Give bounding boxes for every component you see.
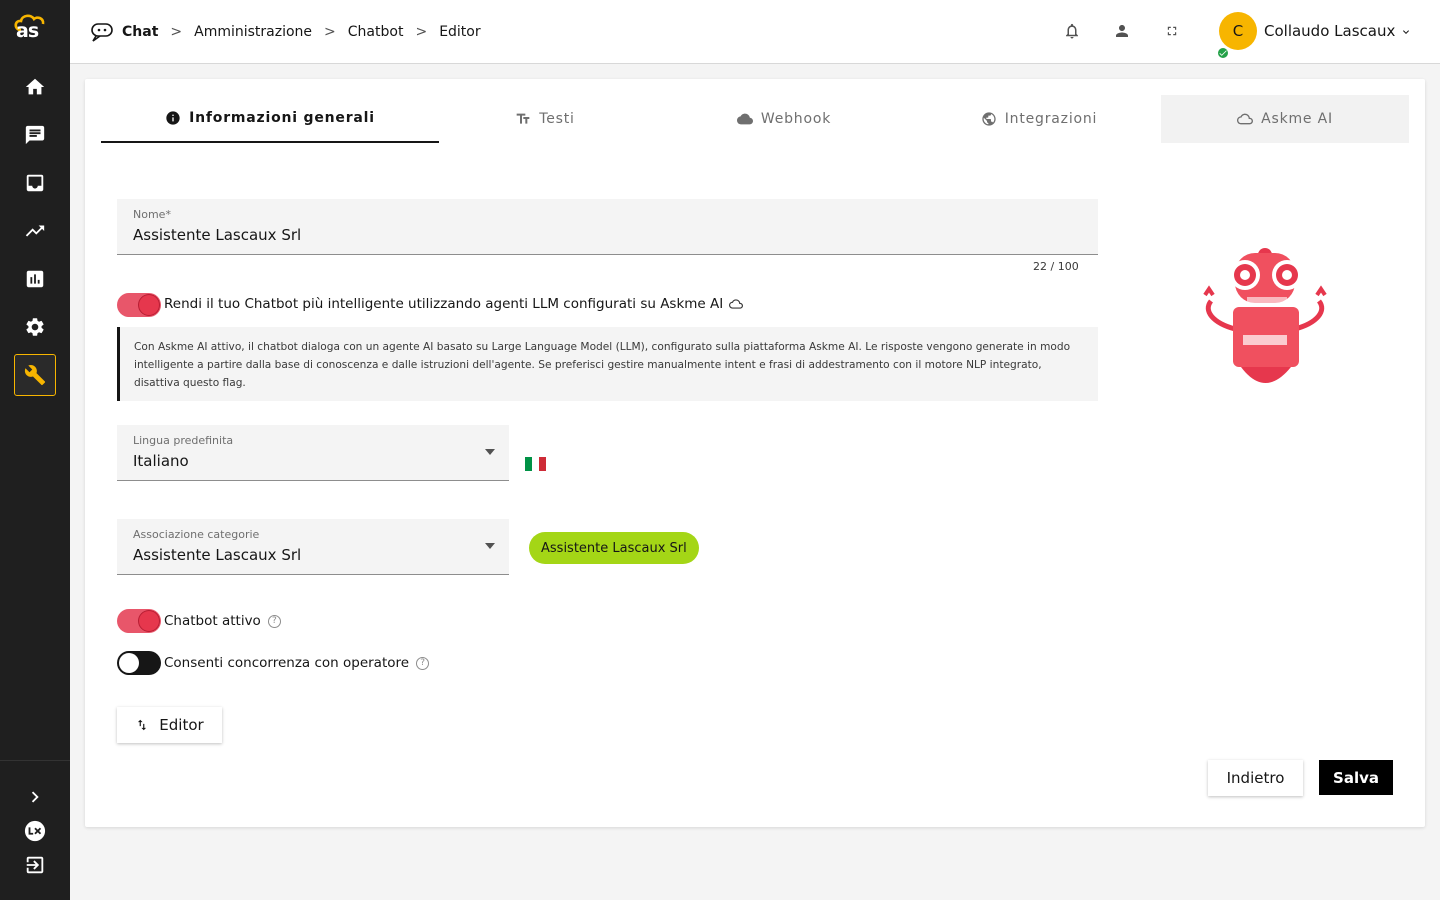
sidebar-logout-button[interactable]: [14, 844, 56, 886]
category-chip[interactable]: Assistente Lascaux Srl: [529, 532, 699, 564]
ai-cloud-icon: [1237, 113, 1254, 125]
help-icon[interactable]: ?: [267, 614, 281, 628]
italy-flag-icon: [525, 457, 546, 471]
operator-concurrency-text: Consenti concorrenza con operatore: [164, 655, 410, 671]
caret-down-icon: [485, 449, 495, 455]
tab-general-info[interactable]: Informazioni generali: [101, 95, 439, 143]
logout-icon: [26, 856, 44, 874]
chevron-down-icon: [1403, 29, 1410, 34]
llm-agent-toggle-text: Rendi il tuo Chatbot più intelligente ut…: [164, 296, 724, 312]
language-select-label: Lingua predefinita: [133, 434, 234, 447]
caret-down-icon: [485, 543, 495, 549]
llm-agent-toggle-label: Rendi il tuo Chatbot più intelligente ut…: [164, 296, 744, 312]
user-name: Collaudo Lascaux: [1264, 22, 1396, 40]
name-field[interactable]: Nome* Assistente Lascaux Srl: [117, 199, 1098, 255]
breadcrumb-chat[interactable]: Chat: [122, 24, 158, 40]
check-icon: [1219, 50, 1227, 56]
top-header: Chat > Amministrazione > Chatbot > Edito…: [70, 0, 1440, 64]
sidebar-item-trends[interactable]: [14, 210, 56, 252]
chatbot-editor-card: Informazioni generali Testi Webhook Inte…: [85, 79, 1425, 827]
language-select-value: Italiano: [133, 452, 189, 470]
fullscreen-button[interactable]: [1163, 22, 1181, 40]
person-icon: [1116, 25, 1128, 37]
tab-texts[interactable]: Testi: [439, 95, 651, 143]
chatbot-bubble-icon: [91, 23, 113, 42]
profile-button[interactable]: [1113, 22, 1131, 40]
breadcrumb-separator: >: [324, 24, 336, 40]
sidebar: as: [0, 0, 70, 900]
lx-icon: [24, 820, 46, 842]
name-field-label: Nome*: [133, 208, 171, 221]
cloud-icon: [736, 113, 753, 125]
save-button[interactable]: Salva: [1319, 760, 1393, 795]
open-editor-button[interactable]: Editor: [117, 707, 222, 743]
language-select[interactable]: Lingua predefinita Italiano: [117, 425, 509, 481]
text-icon: [516, 113, 530, 124]
info-icon: [166, 111, 180, 125]
tab-label: Webhook: [760, 111, 832, 127]
help-icon[interactable]: ?: [416, 656, 430, 670]
sidebar-divider: [0, 760, 70, 761]
breadcrumb-separator: >: [170, 24, 183, 40]
name-char-counter: 22 / 100: [1033, 260, 1079, 273]
tab-label: Integrazioni: [1004, 111, 1098, 127]
fullscreen-icon: [1167, 26, 1177, 36]
sidebar-item-settings[interactable]: [14, 306, 56, 348]
sidebar-item-reports[interactable]: [14, 258, 56, 300]
tab-integrations[interactable]: Integrazioni: [917, 95, 1161, 143]
open-editor-label: Editor: [159, 716, 204, 734]
chatbot-active-text: Chatbot attivo: [164, 613, 261, 629]
gear-icon: [26, 318, 44, 336]
trending-icon: [25, 225, 45, 237]
logo-text: as: [16, 20, 39, 42]
name-field-value: Assistente Lascaux Srl: [133, 226, 302, 244]
llm-agent-toggle[interactable]: [117, 293, 161, 317]
sidebar-item-inbox[interactable]: [14, 162, 56, 204]
chat-icon: [25, 125, 45, 145]
breadcrumb-editor: Editor: [439, 24, 481, 40]
chatbot-active-toggle[interactable]: [117, 609, 161, 633]
tab-label: Askme AI: [1261, 111, 1333, 127]
tab-label: Informazioni generali: [189, 110, 375, 126]
inbox-icon: [26, 174, 44, 192]
flow-editor-icon: [138, 719, 147, 731]
breadcrumb-separator: >: [415, 24, 428, 40]
sidebar-item-chat[interactable]: [14, 114, 56, 156]
tab-askme-ai[interactable]: Askme AI: [1161, 95, 1409, 143]
bell-icon: [1066, 23, 1078, 39]
sidebar-item-tools[interactable]: [14, 354, 56, 396]
globe-icon: [982, 112, 996, 126]
category-select-value: Assistente Lascaux Srl: [133, 546, 302, 564]
breadcrumb-administration[interactable]: Amministrazione: [194, 24, 312, 40]
home-icon: [25, 78, 45, 95]
tab-webhook[interactable]: Webhook: [651, 95, 917, 143]
sidebar-item-home[interactable]: [14, 66, 56, 108]
breadcrumb-chatbot[interactable]: Chatbot: [348, 24, 404, 40]
category-select[interactable]: Associazione categorie Assistente Lascau…: [117, 519, 509, 575]
online-status-badge: [1216, 46, 1230, 60]
chatbot-active-label: Chatbot attivo ?: [164, 613, 281, 629]
category-select-label: Associazione categorie: [133, 528, 260, 541]
operator-concurrency-toggle[interactable]: [117, 651, 161, 675]
wrench-icon: [24, 365, 46, 386]
notifications-button[interactable]: [1063, 22, 1081, 40]
avatar[interactable]: C: [1219, 12, 1257, 50]
ai-cloud-icon: [729, 299, 744, 309]
llm-info-note: Con Askme AI attivo, il chatbot dialoga …: [117, 327, 1098, 401]
tab-label: Testi: [539, 111, 575, 127]
breadcrumb: Chat > Amministrazione > Chatbot > Edito…: [90, 0, 481, 64]
bar-chart-icon: [26, 270, 44, 288]
tab-bar: Informazioni generali Testi Webhook Inte…: [101, 95, 1409, 143]
operator-concurrency-label: Consenti concorrenza con operatore ?: [164, 655, 430, 671]
chevron-right-icon: [31, 791, 39, 803]
robot-mascot-icon: [1203, 248, 1327, 383]
back-button[interactable]: Indietro: [1208, 760, 1303, 796]
user-menu[interactable]: Collaudo Lascaux: [1264, 22, 1412, 40]
